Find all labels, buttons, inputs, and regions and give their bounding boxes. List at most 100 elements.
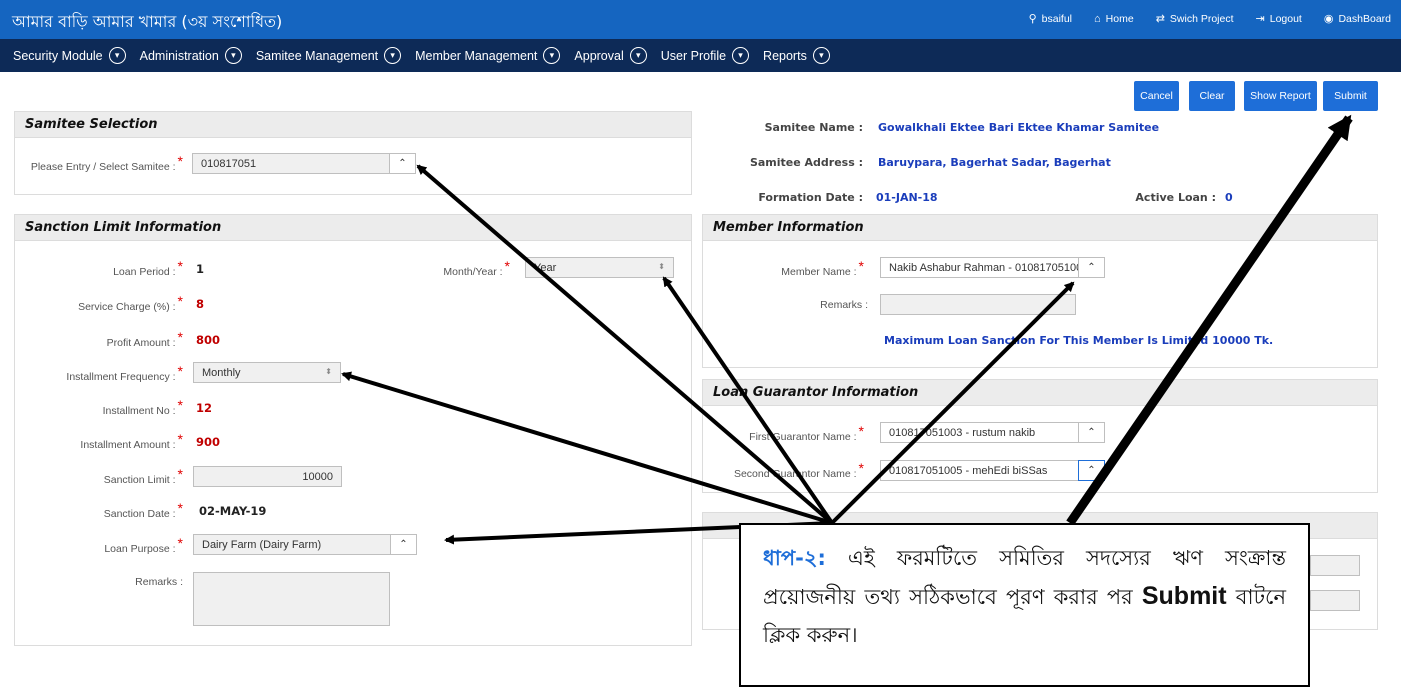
nav-label: Member Management: [415, 48, 538, 63]
member-name-label: Member Name : *: [700, 258, 864, 278]
samitee-select-input[interactable]: 010817051 ⌃: [192, 153, 416, 174]
required-marker: *: [177, 293, 183, 309]
clear-button[interactable]: Clear: [1189, 81, 1235, 111]
second-guarantor-value: 010817051005 - mehEdi biSSas: [889, 465, 1048, 477]
required-marker: *: [177, 153, 183, 169]
logout-icon: ⇥: [1255, 13, 1265, 25]
remarks-textarea[interactable]: [193, 572, 390, 626]
home-link[interactable]: ⌂ Home: [1094, 12, 1134, 25]
installment-frequency-select[interactable]: Monthly ⬍: [193, 362, 341, 383]
nav-reports[interactable]: Reports ▾: [763, 47, 830, 64]
label-text: Please Entry / Select Samitee :: [30, 161, 176, 173]
loan-purpose-input[interactable]: Dairy Farm (Dairy Farm) ⌃: [193, 534, 417, 555]
home-icon: ⌂: [1094, 12, 1101, 25]
sanction-limit-label: Sanction Limit : *: [20, 466, 183, 486]
chevron-up-icon[interactable]: ⌃: [1078, 257, 1105, 278]
label-text: Loan Period :: [113, 266, 176, 278]
label-text: Installment Amount :: [80, 439, 176, 451]
label-text: Month/Year :: [443, 266, 503, 278]
second-guarantor-input[interactable]: 010817051005 - mehEdi biSSas ⌃: [880, 460, 1105, 481]
user-icon: ⚲: [1028, 13, 1037, 25]
formation-date-label: Formation Date :: [758, 191, 863, 204]
dashboard-link[interactable]: ◉ DashBoard: [1323, 12, 1391, 26]
show-report-button[interactable]: Show Report: [1244, 81, 1317, 111]
label-text: Second Guarantor Name :: [733, 468, 857, 480]
select-arrows-icon: ⬍: [325, 367, 332, 376]
chevron-down-icon: ▾: [224, 47, 242, 64]
required-marker: *: [858, 460, 864, 476]
panel-title: Member Information: [703, 215, 1377, 241]
required-marker: *: [177, 363, 183, 379]
chevron-up-icon[interactable]: ⌃: [1078, 422, 1105, 443]
nav-samitee-management[interactable]: Samitee Management ▾: [255, 47, 402, 64]
user-link[interactable]: ⚲ bsaiful: [1028, 12, 1072, 26]
label-text: Service Charge (%) :: [78, 301, 176, 313]
sanction-date-label: Sanction Date : *: [20, 500, 183, 520]
first-guarantor-input[interactable]: 010817051003 - rustum nakib ⌃: [880, 422, 1105, 443]
nav-member-management[interactable]: Member Management ▾: [415, 47, 561, 64]
installment-frequency-label: Installment Frequency : *: [20, 363, 183, 383]
step-label: ধাপ-২:: [763, 546, 826, 570]
dashboard-icon: ◉: [1323, 13, 1334, 25]
hidden-input-2[interactable]: [1310, 590, 1360, 611]
loan-limit-note: Maximum Loan Sanction For This Member Is…: [884, 334, 1274, 347]
profit-amount-label: Profit Amount : *: [20, 329, 183, 349]
samitee-select-value: 010817051: [201, 158, 257, 170]
top-bar: আমার বাড়ি আমার খামার (৩য় সংশোধিত) ⚲ bsa…: [0, 0, 1401, 39]
second-guarantor-label: Second Guarantor Name : *: [700, 460, 864, 480]
label-text: Sanction Limit :: [103, 474, 176, 486]
callout-submit: Submit: [1141, 582, 1227, 610]
required-marker: *: [177, 329, 183, 345]
nav-security-module[interactable]: Security Module ▾: [13, 47, 126, 64]
main-nav: Security Module ▾ Administration ▾ Samitee…: [0, 39, 1401, 72]
switch-project-link[interactable]: ⇄ Swich Project: [1156, 12, 1234, 26]
member-remarks-input[interactable]: [880, 294, 1076, 315]
nav-label: Security Module: [13, 48, 103, 63]
month-year-value: Year: [534, 262, 557, 274]
month-year-label: Month/Year : *: [380, 258, 510, 278]
samitee-select-label: Please Entry / Select Samitee : *: [20, 153, 183, 173]
chevron-down-icon: ▾: [543, 47, 561, 64]
nav-label: Administration: [139, 48, 219, 63]
chevron-down-icon: ▾: [384, 47, 402, 64]
profit-amount-value: 800: [196, 333, 221, 347]
nav-user-profile[interactable]: User Profile ▾: [660, 47, 750, 64]
chevron-up-icon[interactable]: ⌃: [389, 153, 416, 174]
logout-label: Logout: [1269, 12, 1302, 25]
required-marker: *: [177, 397, 183, 413]
label-text: Member Name :: [781, 266, 857, 278]
loan-purpose-value: Dairy Farm (Dairy Farm): [202, 539, 322, 551]
submit-button[interactable]: Submit: [1323, 81, 1378, 111]
installment-no-value: 12: [196, 401, 213, 415]
chevron-up-icon[interactable]: ⌃: [390, 534, 417, 555]
nav-label: Samitee Management: [255, 48, 379, 63]
sanction-limit-input[interactable]: 10000: [193, 466, 342, 487]
service-charge-label: Service Charge (%) : *: [20, 293, 183, 313]
formation-date-value: 01-JAN-18: [876, 191, 938, 204]
required-marker: *: [858, 258, 864, 274]
month-year-select[interactable]: Year ⬍: [525, 257, 674, 278]
chevron-up-icon[interactable]: ⌃: [1078, 460, 1105, 481]
chevron-down-icon: ▾: [812, 47, 830, 64]
panel-title: Loan Guarantor Information: [703, 380, 1377, 406]
required-marker: *: [177, 500, 183, 516]
nav-approval[interactable]: Approval ▾: [574, 47, 647, 64]
remarks-label: Remarks :: [135, 576, 183, 588]
nav-label: User Profile: [660, 48, 727, 63]
member-name-input[interactable]: Nakib Ashabur Rahman - 010817051002 ⌃: [880, 257, 1105, 278]
nav-administration[interactable]: Administration ▾: [140, 47, 242, 64]
first-guarantor-value: 010817051003 - rustum nakib: [889, 427, 1036, 439]
hidden-input-1[interactable]: [1310, 555, 1360, 576]
first-guarantor-label: First Guarantor Name : *: [700, 423, 864, 443]
panel-title: Sanction Limit Information: [15, 215, 691, 241]
logout-link[interactable]: ⇥ Logout: [1255, 12, 1302, 26]
required-marker: *: [177, 258, 183, 274]
app-title: আমার বাড়ি আমার খামার (৩য় সংশোধিত): [12, 12, 283, 31]
cancel-button[interactable]: Cancel: [1134, 81, 1179, 111]
chevron-down-icon: ▾: [732, 47, 750, 64]
dashboard-label: DashBoard: [1338, 12, 1391, 25]
active-loan-label: Active Loan :: [1135, 191, 1216, 204]
installment-amount-label: Installment Amount : *: [20, 431, 183, 451]
required-marker: *: [177, 535, 183, 551]
samitee-address-label: Samitee Address :: [749, 156, 863, 169]
